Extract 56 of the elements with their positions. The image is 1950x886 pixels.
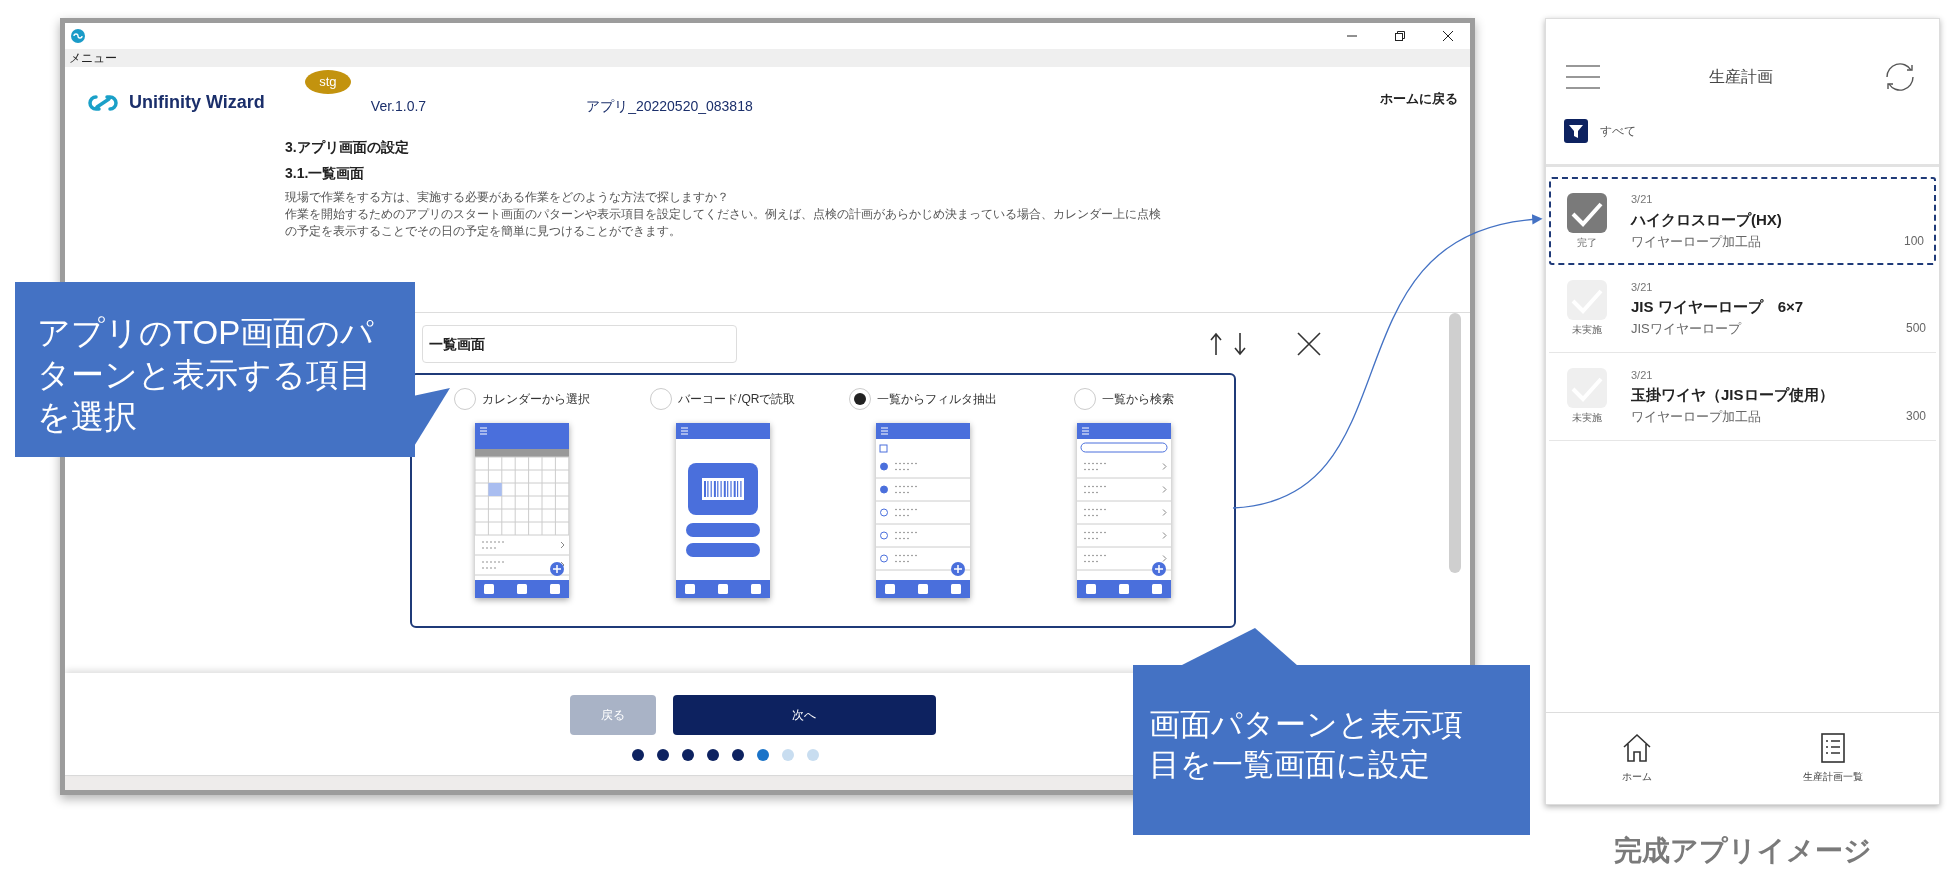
move-down-icon[interactable] <box>1233 332 1247 356</box>
home-icon <box>1621 733 1652 763</box>
pattern-option[interactable]: バーコード/QRで読取 <box>650 387 796 411</box>
screen-title: 生産計画 <box>1708 66 1773 87</box>
radio-button[interactable] <box>454 388 477 410</box>
menu-item[interactable]: メニュー <box>69 49 117 67</box>
list-item[interactable]: 未実施 3/21 JIS ワイヤーロープ 6×7 JISワイヤーロープ 500 <box>1549 265 1936 353</box>
radio-button[interactable] <box>1073 388 1096 410</box>
screen-name-field[interactable]: 一覧画面 <box>422 325 737 363</box>
filter-label: すべて <box>1600 123 1636 140</box>
app-icon <box>71 29 85 43</box>
section-title: 3.アプリ画面の設定 <box>285 138 410 157</box>
item-quantity: 100 <box>1903 232 1924 250</box>
status-label: 完了 <box>1577 235 1597 250</box>
home-link[interactable]: ホームに戻る <box>1380 89 1458 109</box>
close-icon[interactable] <box>1442 30 1454 42</box>
restore-icon[interactable] <box>1394 30 1406 42</box>
nav-tab[interactable]: 生産計画一覧 <box>1803 733 1864 784</box>
item-quantity: 500 <box>1905 320 1926 337</box>
description-text: 作業を開始するためのアプリのスタート画面のパターンや表示項目を設定してください。例えば、点検の計画があらかじめ決まっている場合、カレンダー上に点検の予定を表示することでその日の予定を簡単に見つけることができます。 <box>285 207 1162 239</box>
status-label: 未実施 <box>1572 411 1602 425</box>
filter-icon[interactable] <box>1564 119 1588 143</box>
scrollbar[interactable] <box>1449 313 1461 573</box>
description-text: 現場で作業をする方は、実施する必要がある作業をどのような方法で探しますか？ <box>285 190 730 206</box>
section-subtitle: 3.1.一覧画面 <box>285 164 366 183</box>
move-up-icon[interactable] <box>1209 332 1223 356</box>
status-label: 未実施 <box>1572 323 1602 337</box>
item-date: 3/21 <box>1631 192 1654 207</box>
item-name: 玉掛ワイヤ（JISロープ使用） <box>1631 385 1835 405</box>
close-icon[interactable] <box>1297 332 1321 356</box>
app-name: アプリ_20220520_083818 <box>586 97 753 116</box>
item-category: ワイヤーロープ加工品 <box>1631 408 1761 426</box>
item-name: ハイクロスロープ(HX) <box>1631 209 1783 230</box>
pattern-option[interactable]: 一覧から検索 <box>1073 387 1174 411</box>
item-date: 3/21 <box>1631 279 1654 295</box>
list-item[interactable]: 完了 3/21 ハイクロスロープ(HX) ワイヤーロープ加工品 100 <box>1549 177 1936 265</box>
callout: アプリのTOP画面のパターンと表示する項目を選択 <box>15 282 415 457</box>
logo-text: Unifinity Wizard <box>129 91 265 114</box>
menu-icon[interactable] <box>1566 63 1600 90</box>
radio-button[interactable] <box>650 388 673 410</box>
item-quantity: 300 <box>1905 408 1926 425</box>
list-item[interactable]: 未実施 3/21 玉掛ワイヤ（JISロープ使用） ワイヤーロープ加工品 300 <box>1549 353 1936 441</box>
version-label: Ver.1.0.7 <box>370 97 427 116</box>
nav-tab[interactable]: ホーム <box>1621 733 1652 784</box>
pattern-option[interactable]: カレンダーから選択 <box>454 387 591 411</box>
item-category: JISワイヤーロープ <box>1631 320 1741 338</box>
caption: 完成アプリイメージ <box>1613 834 1872 868</box>
list-icon <box>1821 733 1846 763</box>
item-category: ワイヤーロープ加工品 <box>1631 232 1761 251</box>
item-name: JIS ワイヤーロープ 6×7 <box>1631 297 1805 317</box>
item-date: 3/21 <box>1631 367 1654 383</box>
pattern-option[interactable]: 一覧からフィルタ抽出 <box>849 387 998 411</box>
radio-button[interactable] <box>849 388 872 410</box>
next-button[interactable]: 次へ <box>672 695 936 735</box>
logo-icon <box>85 92 121 113</box>
environment-badge: stg <box>304 70 351 94</box>
